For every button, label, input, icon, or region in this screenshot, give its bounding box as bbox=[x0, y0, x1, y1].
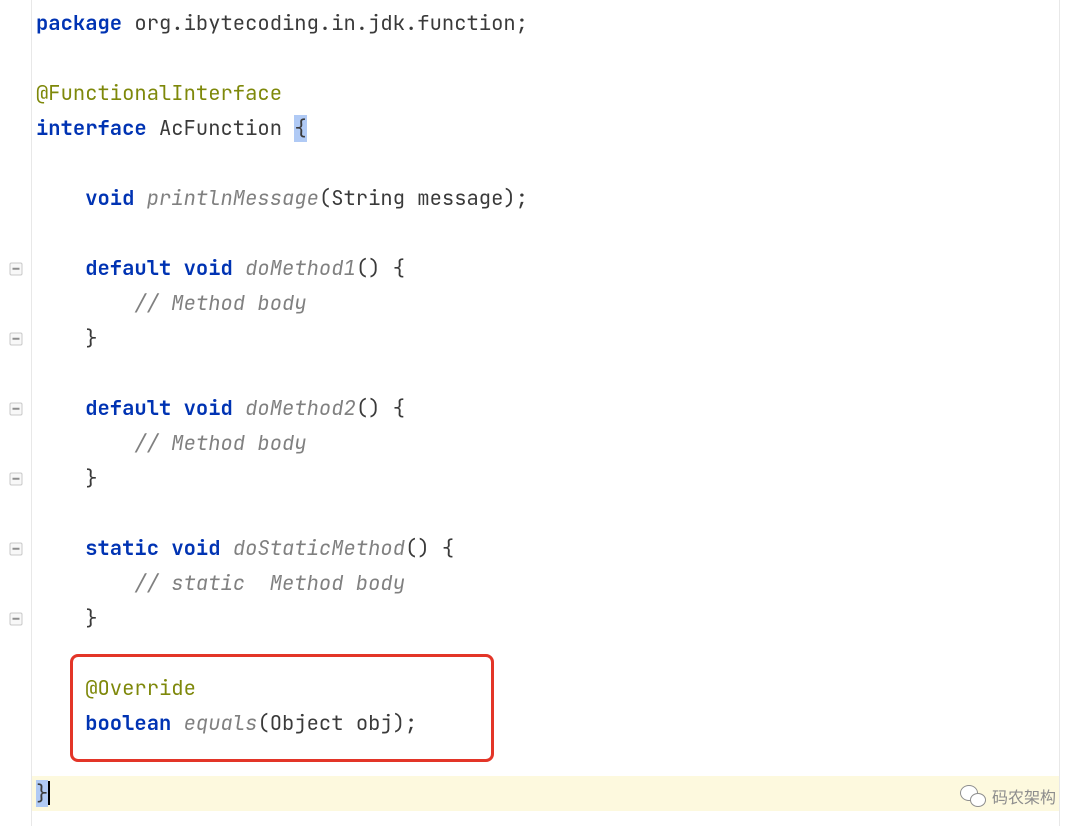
comment: // Method body bbox=[134, 430, 306, 457]
params-open: () { bbox=[405, 535, 454, 562]
code-line[interactable]: package org.ibytecoding.in.jdk.function; bbox=[36, 6, 1059, 41]
code-line-blank[interactable] bbox=[36, 636, 1059, 671]
code-line[interactable]: } bbox=[36, 321, 1059, 356]
code-line[interactable]: // static Method body bbox=[36, 566, 1059, 601]
fold-icon[interactable] bbox=[9, 472, 22, 485]
fold-icon[interactable] bbox=[9, 332, 22, 345]
watermark-label: 码农架构 bbox=[992, 784, 1056, 808]
type-name: AcFunction bbox=[147, 115, 295, 142]
keyword-boolean: boolean bbox=[85, 710, 171, 737]
code-area[interactable]: package org.ibytecoding.in.jdk.function;… bbox=[32, 0, 1059, 826]
code-line-blank[interactable] bbox=[36, 146, 1059, 181]
code-line[interactable]: } bbox=[36, 601, 1059, 636]
params-open: () { bbox=[356, 395, 405, 422]
fold-icon[interactable] bbox=[9, 542, 22, 555]
code-line[interactable]: default void doMethod1() { bbox=[36, 251, 1059, 286]
keyword-interface: interface bbox=[36, 115, 147, 142]
keyword-package: package bbox=[36, 10, 122, 37]
annotation-functionalinterface: @FunctionalInterface bbox=[36, 80, 282, 107]
keyword-default: default bbox=[85, 255, 171, 282]
method-name: equals bbox=[171, 710, 257, 737]
caret-line-highlight bbox=[32, 776, 1059, 811]
code-line[interactable]: boolean equals(Object obj); bbox=[36, 706, 1059, 741]
gutter bbox=[0, 0, 32, 826]
package-path: org.ibytecoding.in.jdk.function bbox=[122, 10, 516, 37]
params: (Object obj); bbox=[257, 710, 417, 737]
close-brace: } bbox=[85, 605, 97, 632]
code-line[interactable]: default void doMethod2() { bbox=[36, 391, 1059, 426]
code-line[interactable]: interface AcFunction { bbox=[36, 111, 1059, 146]
method-name: doMethod2 bbox=[233, 395, 356, 422]
code-line[interactable]: // Method body bbox=[36, 426, 1059, 461]
fold-icon[interactable] bbox=[9, 612, 22, 625]
code-line[interactable]: void printlnMessage(String message); bbox=[36, 181, 1059, 216]
wechat-icon bbox=[960, 785, 986, 807]
params: (String message); bbox=[319, 185, 528, 212]
text-caret bbox=[48, 781, 50, 805]
method-name: printlnMessage bbox=[134, 185, 319, 212]
code-line[interactable]: static void doStaticMethod() { bbox=[36, 531, 1059, 566]
close-brace-highlight: } bbox=[36, 780, 48, 807]
comment: // static Method body bbox=[134, 570, 405, 597]
keyword-void: void bbox=[85, 185, 134, 212]
comment: // Method body bbox=[134, 290, 306, 317]
open-brace-highlight: { bbox=[294, 115, 306, 142]
keyword-void: void bbox=[171, 535, 220, 562]
code-editor[interactable]: package org.ibytecoding.in.jdk.function;… bbox=[0, 0, 1080, 826]
keyword-default: default bbox=[85, 395, 171, 422]
close-brace: } bbox=[85, 465, 97, 492]
annotation-override: @Override bbox=[85, 675, 196, 702]
semicolon: ; bbox=[516, 10, 528, 37]
code-line[interactable]: } bbox=[36, 461, 1059, 496]
params-open: () { bbox=[356, 255, 405, 282]
code-line[interactable]: @Override bbox=[36, 671, 1059, 706]
method-name: doStaticMethod bbox=[221, 535, 406, 562]
error-stripe[interactable] bbox=[1059, 0, 1080, 826]
code-line-blank[interactable] bbox=[36, 496, 1059, 531]
method-name: doMethod1 bbox=[233, 255, 356, 282]
watermark: 码农架构 bbox=[960, 784, 1056, 808]
code-line-blank[interactable] bbox=[36, 216, 1059, 251]
code-line-blank[interactable] bbox=[36, 41, 1059, 76]
keyword-static: static bbox=[85, 535, 159, 562]
fold-icon[interactable] bbox=[9, 262, 22, 275]
close-brace: } bbox=[85, 325, 97, 352]
fold-icon[interactable] bbox=[9, 402, 22, 415]
code-line[interactable]: // Method body bbox=[36, 286, 1059, 321]
code-line-blank[interactable] bbox=[36, 356, 1059, 391]
code-line[interactable]: @FunctionalInterface bbox=[36, 76, 1059, 111]
keyword-void: void bbox=[184, 395, 233, 422]
keyword-void: void bbox=[184, 255, 233, 282]
code-line-blank[interactable] bbox=[36, 741, 1059, 776]
